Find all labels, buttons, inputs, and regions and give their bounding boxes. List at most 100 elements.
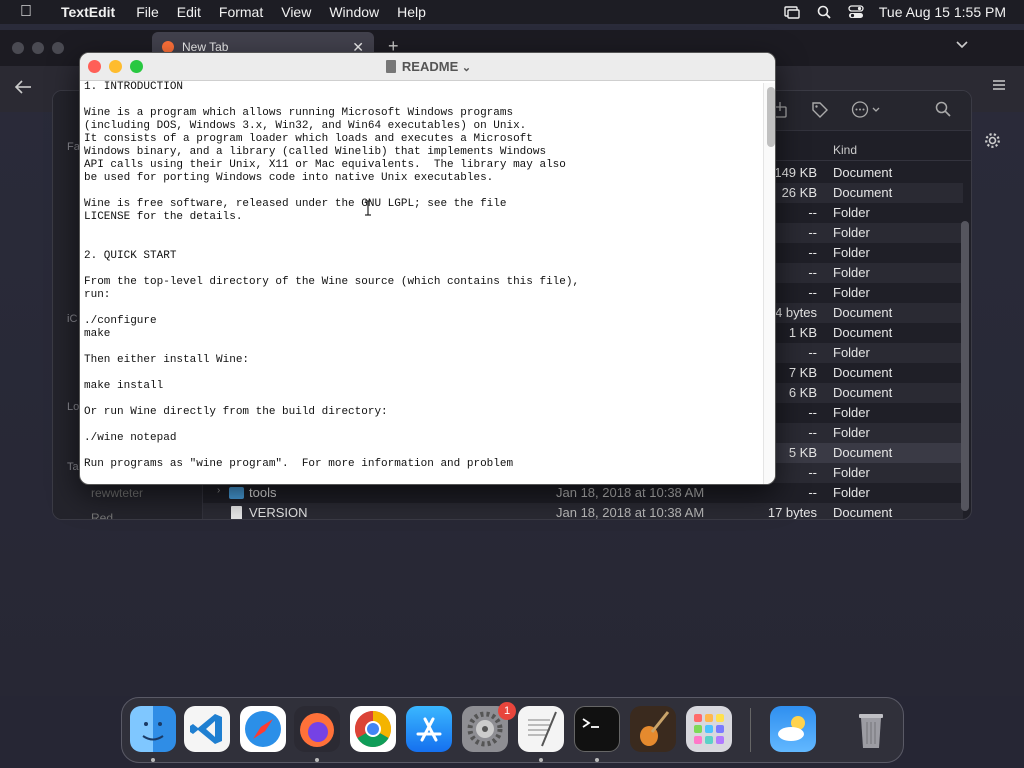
text-line: Wine is a program which allows running M… [84,107,514,119]
text-line [84,263,760,276]
document-icon [231,506,242,519]
column-header-kind[interactable]: Kind [833,143,857,157]
text-line: make install [84,380,164,392]
text-line: Or run Wine directly from the build dire… [84,406,388,418]
file-kind: Folder [833,285,870,300]
status-area: Tue Aug 15 1:55 PM [783,0,1024,24]
textedit-titlebar[interactable]: README ⌄ [80,53,775,81]
textedit-running-indicator [539,758,543,762]
textedit-scrollbar[interactable] [763,83,775,484]
chrome-icon[interactable] [350,706,396,752]
folder-icon [229,487,244,499]
file-kind: Document [833,325,893,340]
finder-icon[interactable] [130,706,176,752]
app-menu[interactable]: TextEdit [52,4,127,20]
menu-edit[interactable]: Edit [168,4,210,20]
file-kind: Folder [833,225,870,240]
file-kind: Folder [833,485,870,500]
launchpad-icon[interactable] [686,706,732,752]
text-line: (including DOS, Windows 3.x, Win32, and … [84,120,527,132]
text-line [84,302,760,315]
text-line: run: [84,289,111,301]
text-line: API calls using their Unix, X11 or Mac e… [84,159,566,171]
text-line [84,185,760,198]
sidebar-section-icloud: iC [67,313,78,325]
file-kind: Document [833,305,893,320]
terminal-icon[interactable] [574,706,620,752]
firefox-zoom-button[interactable] [52,42,64,54]
dock: 1 [121,697,904,763]
menu-help[interactable]: Help [388,4,435,20]
list-tabs-chevron-icon[interactable] [956,38,968,52]
text-line [84,94,760,107]
text-area[interactable]: 1. INTRODUCTION Wine is a program which a… [84,81,760,484]
file-kind: Folder [833,205,870,220]
sidebar-item-red-tag[interactable]: Red [91,511,113,519]
text-line: Then either install Wine: [84,354,250,366]
firefox-close-button[interactable] [12,42,24,54]
text-line [84,224,760,237]
back-arrow-icon[interactable] [14,78,32,99]
firefox-icon[interactable] [294,706,340,752]
text-line: 1. INTRODUCTION [84,81,184,93]
menu-file[interactable]: File [127,4,168,20]
text-line [84,419,760,432]
file-kind: Folder [833,265,870,280]
more-actions-icon[interactable] [851,101,885,123]
app-store-icon[interactable] [406,706,452,752]
title-chevron-icon[interactable]: ⌄ [462,62,471,74]
weather-icon[interactable] [770,706,816,752]
safari-icon[interactable] [240,706,286,752]
file-kind: Folder [833,405,870,420]
file-kind: Document [833,445,893,460]
table-row[interactable]: VERSION Jan 18, 2018 at 10:38 AM 17 bytes D… [203,503,963,520]
scroll-thumb[interactable] [767,87,775,147]
menu-format[interactable]: Format [210,4,272,20]
firefox-window-controls [12,42,64,54]
file-size: -- [808,485,817,500]
tag-icon[interactable] [811,101,828,123]
trash-icon[interactable] [848,706,894,752]
document-icon [385,60,396,73]
menu-bar-clock[interactable]: Tue Aug 15 1:55 PM [879,4,1006,20]
file-kind: Document [833,185,893,200]
screen-mirroring-icon[interactable] [783,5,801,19]
sidebar-item-tag[interactable]: rewwteter [91,486,143,500]
menu-bar:  TextEdit File Edit Format View Window … [0,0,1024,24]
file-name: VERSION [249,505,308,520]
spotlight-search-icon[interactable] [815,5,833,19]
firefox-minimize-button[interactable] [32,42,44,54]
file-kind: Folder [833,465,870,480]
finder-scrollbar[interactable] [961,221,969,511]
apple-menu-icon[interactable]:  [0,3,52,21]
sidebar-section-locations: Lo [67,401,80,413]
gear-icon[interactable] [984,132,1001,154]
text-line: It consists of a program loader which lo… [84,133,533,145]
textedit-window: README ⌄ 1. INTRODUCTION Wine is a progra… [79,52,776,485]
table-row[interactable]: › tools Jan 18, 2018 at 10:38 AM -- Folder [203,483,963,503]
textedit-icon[interactable] [518,706,564,752]
file-kind: Folder [833,425,870,440]
disclosure-triangle-icon[interactable]: › [217,485,220,496]
text-line [84,237,760,250]
text-line: Windows binary, and a library (called Wi… [84,146,547,158]
search-icon[interactable] [935,101,951,122]
text-line: be used for porting Windows code into na… [84,172,494,184]
document-text[interactable]: 1. INTRODUCTION Wine is a program which a… [84,81,760,471]
vscode-icon[interactable] [184,706,230,752]
garageband-icon[interactable] [630,706,676,752]
file-kind: Folder [833,245,870,260]
file-kind: Document [833,365,893,380]
text-line [84,341,760,354]
hamburger-menu-icon[interactable] [992,78,1006,96]
document-title: README [401,59,459,74]
file-name: tools [249,485,277,500]
menu-window[interactable]: Window [320,4,388,20]
control-center-icon[interactable] [847,5,865,19]
sidebar-section-favorites: Fa [67,141,80,153]
text-line: From the top-level directory of the Wine… [84,276,580,288]
firefox-running-indicator [315,758,319,762]
text-line: Run programs as "wine program". For more… [84,458,514,470]
menu-view[interactable]: View [272,4,320,20]
window-title[interactable]: README ⌄ [80,59,775,74]
